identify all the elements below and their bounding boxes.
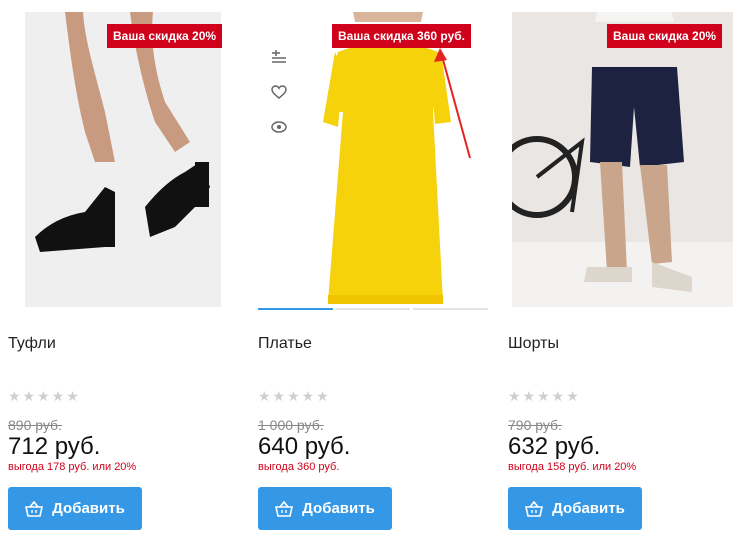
quick-actions xyxy=(268,46,290,151)
add-button-label: Добавить xyxy=(302,500,375,517)
image-tab[interactable] xyxy=(258,308,333,310)
basket-icon xyxy=(525,500,544,517)
basket-icon xyxy=(275,500,294,517)
heart-icon[interactable] xyxy=(268,81,290,103)
savings-text: выгода 178 руб. или 20% xyxy=(8,461,137,473)
shoes-photo xyxy=(25,12,221,307)
add-to-cart-button[interactable]: Добавить xyxy=(508,487,642,530)
savings-text: выгода 158 руб. или 20% xyxy=(508,461,637,473)
compare-icon[interactable] xyxy=(268,46,290,68)
savings-text: выгода 360 руб. xyxy=(258,461,340,473)
product-title[interactable]: Шорты xyxy=(508,335,559,353)
old-price: 1 000 руб. xyxy=(258,417,324,433)
product-image-shoes[interactable] xyxy=(25,12,221,307)
current-price: 712 руб. xyxy=(8,433,101,460)
add-button-label: Добавить xyxy=(552,500,625,517)
shorts-photo xyxy=(512,12,733,307)
discount-badge: Ваша скидка 360 руб. xyxy=(332,24,471,48)
discount-badge: Ваша скидка 20% xyxy=(107,24,223,48)
basket-icon xyxy=(25,500,44,517)
current-price: 632 руб. xyxy=(508,433,601,460)
old-price: 890 руб. xyxy=(8,417,62,433)
rating-stars[interactable]: ★★★★★ xyxy=(8,388,81,405)
eye-icon[interactable] xyxy=(268,116,290,138)
product-title[interactable]: Туфли xyxy=(8,335,56,353)
image-pagination xyxy=(258,308,489,310)
rating-stars[interactable]: ★★★★★ xyxy=(258,388,331,405)
rating-stars[interactable]: ★★★★★ xyxy=(508,388,581,405)
add-to-cart-button[interactable]: Добавить xyxy=(8,487,142,530)
add-button-label: Добавить xyxy=(52,500,125,517)
add-to-cart-button[interactable]: Добавить xyxy=(258,487,392,530)
product-card: Ваша скидка 20% Туфли ★★★★★ 890 руб. 712… xyxy=(0,0,235,539)
old-price: 790 руб. xyxy=(508,417,562,433)
product-title[interactable]: Платье xyxy=(258,335,312,353)
discount-badge: Ваша скидка 20% xyxy=(607,24,723,48)
image-tab[interactable] xyxy=(335,308,411,310)
product-image-shorts[interactable] xyxy=(512,12,733,307)
image-tab[interactable] xyxy=(413,308,489,310)
arrow-annotation xyxy=(434,48,471,159)
product-card: Ваша скидка 20% Шорты ★★★★★ 790 руб. 632… xyxy=(500,0,735,539)
current-price: 640 руб. xyxy=(258,433,351,460)
